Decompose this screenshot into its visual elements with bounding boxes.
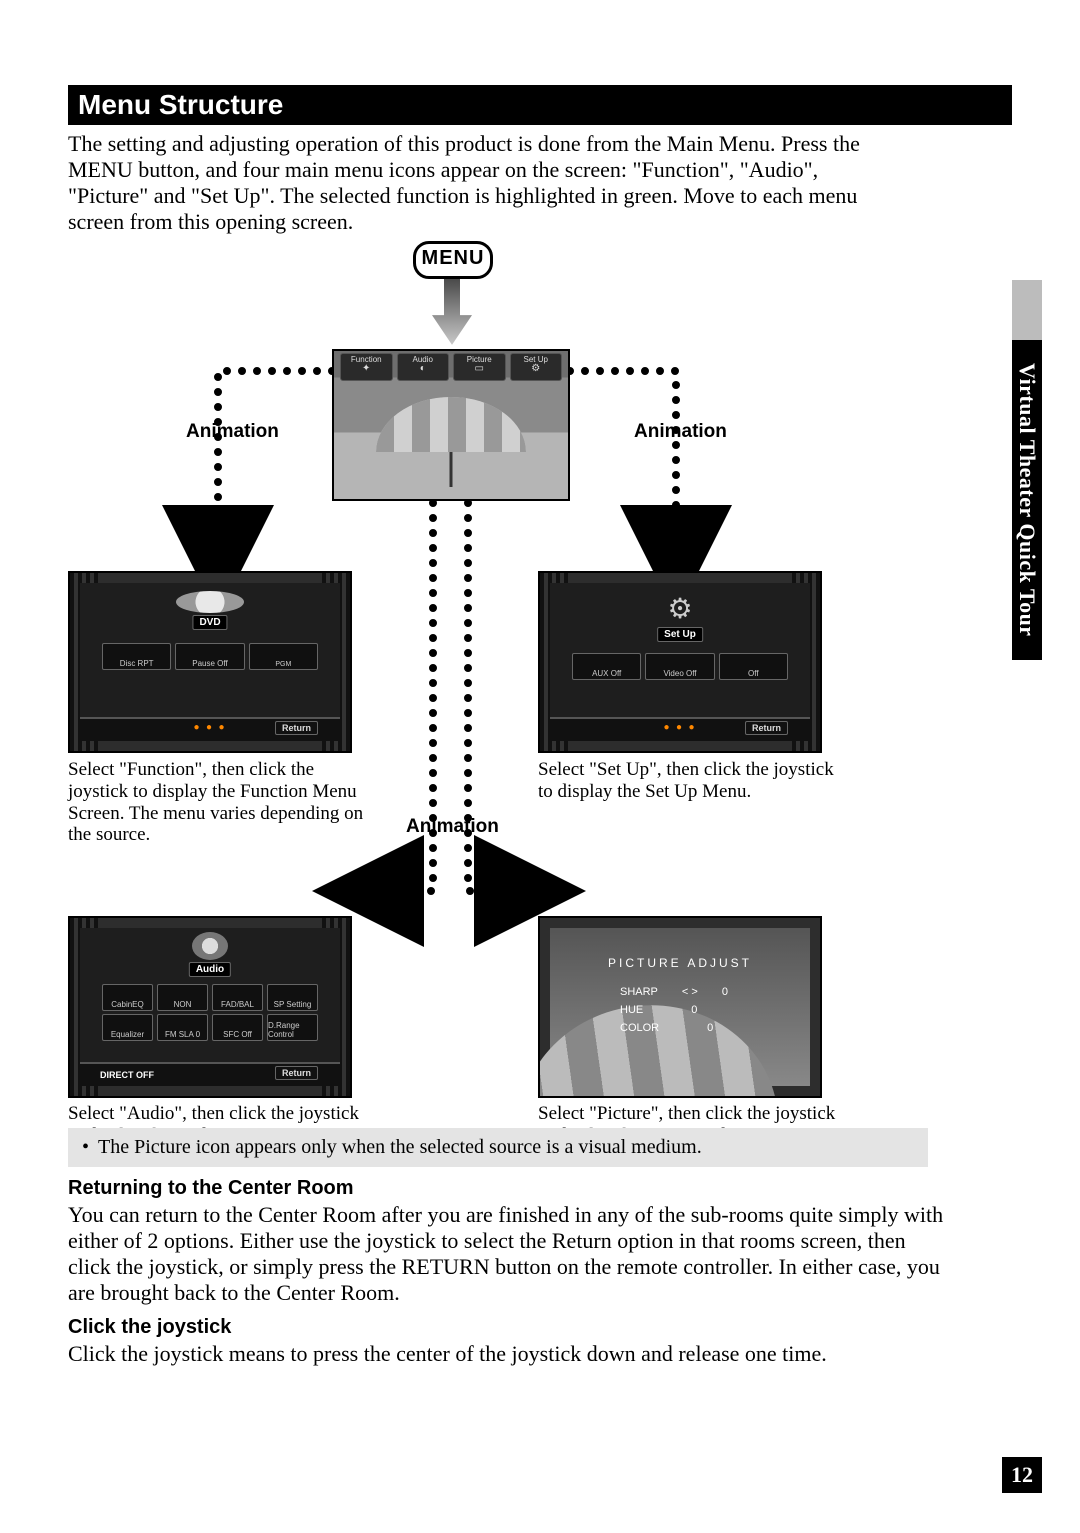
return-button: Return <box>275 1066 318 1080</box>
click-joystick-body: Click the joystick means to press the ce… <box>68 1341 948 1367</box>
btn-off: Off <box>719 653 788 680</box>
picture-adjust-title: PICTURE ADJUST <box>550 956 810 970</box>
menu-button: MENU <box>413 241 493 279</box>
main-icon-audio: Audio◐ <box>397 353 450 381</box>
main-icon-picture: Picture▭ <box>453 353 506 381</box>
side-tab-label: Virtual Theater Quick Tour <box>1014 363 1040 637</box>
btn-non: NON <box>157 984 208 1011</box>
btn-cabineq: CabinEQ <box>102 984 153 1011</box>
animation-label-left: Animation <box>186 421 279 443</box>
return-button: Return <box>745 721 788 735</box>
returning-body: You can return to the Center Room after … <box>68 1202 948 1306</box>
btn-video-off: Video Off <box>645 653 714 680</box>
function-title: DVD <box>192 615 227 630</box>
side-tab: Virtual Theater Quick Tour <box>1012 280 1042 660</box>
btn-aux-off: AUX Off <box>572 653 641 680</box>
btn-disc-rpt: Disc RPT <box>102 643 171 670</box>
btn-sfcoff: SFC Off <box>212 1014 263 1041</box>
direct-off-label: DIRECT OFF <box>100 1070 154 1080</box>
speaker-icon <box>192 932 228 960</box>
caption-setup: Select "Set Up", then click the joystick… <box>538 759 838 803</box>
intro-paragraph: The setting and adjusting operation of t… <box>68 131 898 235</box>
caption-function: Select "Function", then click the joysti… <box>68 759 368 846</box>
menu-structure-diagram: MENU Function✦ Audio◐ Picture▭ Set Up⚙ A… <box>68 241 888 1116</box>
gear-icon: ⚙ <box>663 593 697 627</box>
animation-label-right: Animation <box>634 421 727 443</box>
note-bar: The Picture icon appears only when the s… <box>68 1128 928 1167</box>
page-number: 12 <box>1002 1457 1042 1493</box>
btn-fadbal: FAD/BAL <box>212 984 263 1011</box>
function-menu-screen: DVD Disc RPT Pause Off PGM ● ● ● Return <box>68 571 352 753</box>
btn-drange: D.Range Control <box>267 1014 318 1041</box>
section-header: Menu Structure <box>68 85 1012 125</box>
arrow-down-icon <box>432 279 472 345</box>
animation-label-center: Animation <box>406 816 499 838</box>
main-icon-setup: Set Up⚙ <box>510 353 563 381</box>
btn-pause-off: Pause Off <box>175 643 244 670</box>
setup-menu-screen: ⚙ Set Up AUX Off Video Off Off ● ● ● Ret… <box>538 571 822 753</box>
btn-fmsla: FM SLA 0 <box>157 1014 208 1041</box>
picture-adjust-rows: SHARP< >0 HUE0 COLOR0 <box>620 983 728 1037</box>
audio-title: Audio <box>189 962 231 977</box>
btn-pause: PGM <box>249 643 318 670</box>
returning-heading: Returning to the Center Room <box>68 1177 1012 1200</box>
btn-equalizer: Equalizer <box>102 1014 153 1041</box>
btn-spsetting: SP Setting <box>267 984 318 1011</box>
page-dots: ● ● ● <box>663 722 696 733</box>
page-dots: ● ● ● <box>193 722 226 733</box>
picture-menu-screen: PICTURE ADJUST SHARP< >0 HUE0 COLOR0 <box>538 916 822 1098</box>
main-menu-screen: Function✦ Audio◐ Picture▭ Set Up⚙ <box>332 349 570 501</box>
umbrella-graphic <box>376 397 526 487</box>
disc-icon <box>176 591 244 613</box>
setup-title: Set Up <box>657 627 703 642</box>
audio-menu-screen: Audio CabinEQ NON FAD/BAL SP Setting Equ… <box>68 916 352 1098</box>
return-button: Return <box>275 721 318 735</box>
main-icon-function: Function✦ <box>340 353 393 381</box>
click-joystick-heading: Click the joystick <box>68 1316 1012 1339</box>
